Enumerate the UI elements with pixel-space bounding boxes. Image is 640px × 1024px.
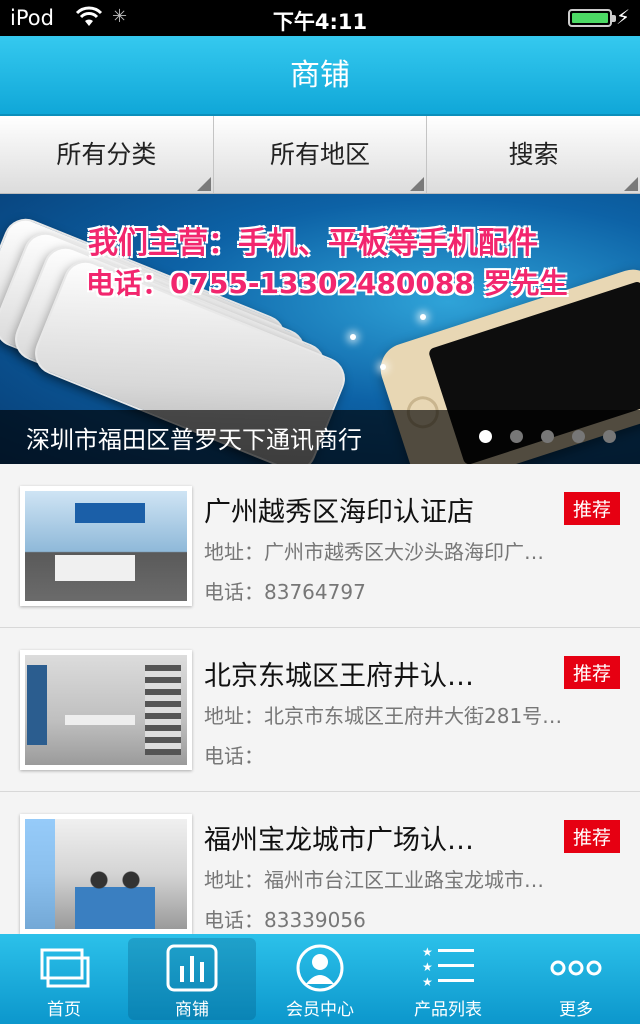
- promo-banner[interactable]: 我们主营：手机、平板等手机配件 电话：0755-13302480088 罗先生 …: [0, 194, 640, 464]
- sparkle-decoration: [420, 314, 426, 320]
- shop-address: 地址：广州市越秀区大沙头路海印广…: [204, 540, 544, 564]
- svg-text:★: ★: [422, 960, 433, 974]
- tab-member[interactable]: 会员中心: [256, 934, 384, 1024]
- slide-dot[interactable]: [541, 430, 554, 443]
- svg-text:★: ★: [422, 975, 433, 989]
- list-item[interactable]: 北京东城区王府井认… 推荐 地址：北京市东城区王府井大街281号… 电话：: [0, 628, 640, 792]
- slide-dot[interactable]: [510, 430, 523, 443]
- shop-name: 广州越秀区海印认证店: [204, 497, 474, 528]
- shop-address: 地址：北京市东城区王府井大街281号…: [204, 704, 563, 728]
- svg-text:★: ★: [422, 945, 433, 959]
- banner-caption-bar: 深圳市福田区普罗天下通讯商行: [0, 410, 640, 464]
- tab-products[interactable]: ★ ★ ★ 产品列表: [384, 934, 512, 1024]
- tab-more[interactable]: 更多: [512, 934, 640, 1024]
- filter-search[interactable]: 搜索: [427, 116, 640, 193]
- tab-shops[interactable]: 商铺: [128, 938, 256, 1020]
- tab-more-label: 更多: [559, 1000, 593, 1020]
- list-item[interactable]: 福州宝龙城市广场认… 推荐 地址：福州市台江区工业路宝龙城市… 电话：83339…: [0, 792, 640, 956]
- battery-icon: [568, 9, 616, 27]
- list-item[interactable]: 广州越秀区海印认证店 推荐 地址：广州市越秀区大沙头路海印广… 电话：83764…: [0, 464, 640, 628]
- filter-category-label: 所有分类: [56, 140, 157, 169]
- more-dots-icon: [548, 944, 604, 992]
- slide-dot[interactable]: [479, 430, 492, 443]
- tab-products-label: 产品列表: [414, 1000, 482, 1020]
- dropdown-corner-icon: [410, 177, 425, 191]
- filter-bar: 所有分类 所有地区 搜索: [0, 116, 640, 194]
- filter-category[interactable]: 所有分类: [0, 116, 214, 193]
- tab-member-label: 会员中心: [286, 1000, 354, 1020]
- clock-time: 下午4:11: [272, 10, 368, 34]
- filter-search-label: 搜索: [508, 140, 559, 169]
- banner-contact: 电话：0755-13302480088 罗先生: [86, 267, 568, 300]
- shop-name: 福州宝龙城市广场认…: [204, 825, 474, 856]
- slide-dot[interactable]: [603, 430, 616, 443]
- filter-region[interactable]: 所有地区: [214, 116, 428, 193]
- recommend-badge: 推荐: [563, 656, 620, 689]
- shop-list: 广州越秀区海印认证店 推荐 地址：广州市越秀区大沙头路海印广… 电话：83764…: [0, 464, 640, 956]
- slide-indicator: [479, 430, 616, 443]
- shop-name: 北京东城区王府井认…: [204, 661, 474, 692]
- shop-phone: 电话：83339056: [204, 908, 366, 932]
- tab-home[interactable]: 首页: [0, 934, 128, 1024]
- tab-bar: 首页 商铺 会员中心 ★ ★ ★ 产品列表 更多: [0, 934, 640, 1024]
- banner-caption: 深圳市福田区普罗天下通讯商行: [26, 426, 362, 454]
- status-bar: iPod ✳ 下午4:11 ⚡: [0, 0, 640, 36]
- shop-address: 地址：福州市台江区工业路宝龙城市…: [204, 868, 544, 892]
- home-windows-icon: [36, 944, 92, 992]
- shop-phone: 电话：: [204, 744, 264, 768]
- bar-chart-icon: [164, 944, 220, 992]
- shop-thumbnail: [20, 814, 192, 934]
- recommend-badge: 推荐: [563, 820, 620, 853]
- shop-thumbnail: [20, 486, 192, 606]
- recommend-badge: 推荐: [563, 492, 620, 525]
- charging-icon: ⚡: [615, 5, 630, 29]
- page-title: 商铺: [290, 58, 350, 93]
- dropdown-corner-icon: [196, 177, 211, 191]
- shop-phone: 电话：83764797: [204, 580, 366, 604]
- slide-dot[interactable]: [572, 430, 585, 443]
- filter-region-label: 所有地区: [270, 140, 371, 169]
- shop-thumbnail: [20, 650, 192, 770]
- nav-bar: 商铺: [0, 36, 640, 116]
- user-avatar-icon: [292, 944, 348, 992]
- sparkle-decoration: [380, 364, 386, 370]
- sparkle-decoration: [350, 334, 356, 340]
- tab-shops-label: 商铺: [175, 1000, 209, 1020]
- tab-home-label: 首页: [47, 1000, 81, 1020]
- dropdown-corner-icon: [624, 177, 639, 191]
- banner-headline: 我们主营：手机、平板等手机配件: [88, 226, 538, 261]
- star-list-icon: ★ ★ ★: [420, 944, 476, 992]
